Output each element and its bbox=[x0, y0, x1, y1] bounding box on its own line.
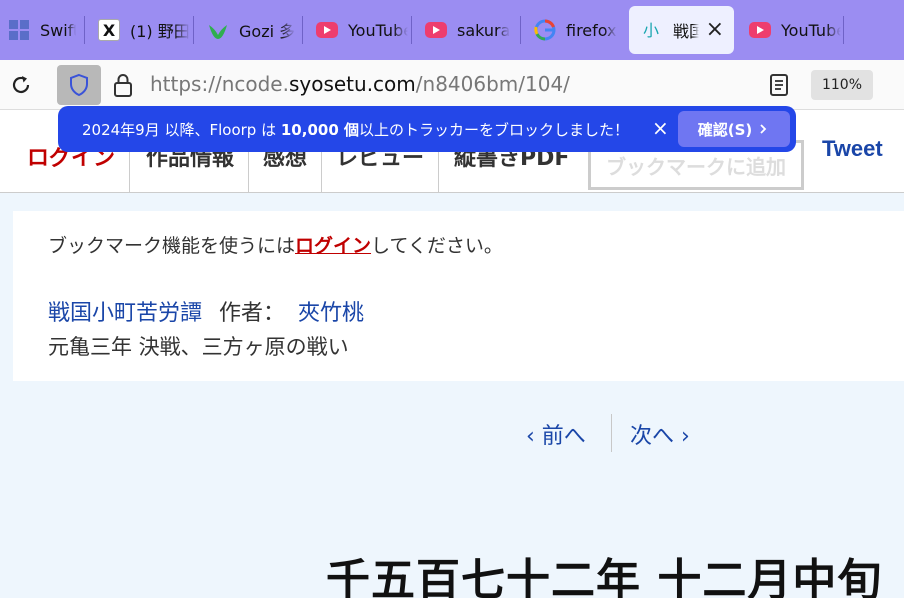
navigation-bar: https://ncode.syosetu.com/n8406bm/104/ 1… bbox=[0, 60, 904, 110]
tab-youtube-2[interactable]: YouTube bbox=[737, 8, 841, 52]
tab-separator bbox=[193, 16, 194, 44]
notification-message: 2024年9月 以降、Floorp は 10,000 個以上のトラッカーをブロッ… bbox=[82, 121, 629, 139]
youtube-icon bbox=[749, 19, 771, 41]
tweet-link[interactable]: Tweet bbox=[822, 136, 883, 162]
tab-separator bbox=[520, 16, 521, 44]
tab-separator bbox=[843, 16, 844, 44]
author-label: 作者： bbox=[219, 301, 286, 326]
novel-title-link[interactable]: 戦国小町苦労譚 bbox=[48, 301, 202, 326]
tracking-protection-button[interactable] bbox=[57, 65, 101, 105]
novel-title-line: 戦国小町苦労譚 作者： 夾竹桃 bbox=[48, 295, 364, 327]
reader-view-icon[interactable] bbox=[768, 72, 792, 98]
url-path: /n8406bm/104/ bbox=[415, 72, 570, 96]
zoom-level-button[interactable]: 110% bbox=[811, 70, 873, 100]
tab-gozi[interactable]: Gozi 多 bbox=[195, 8, 299, 52]
tab-separator bbox=[302, 16, 303, 44]
novel-header-card: ブックマーク機能を使うにはログインしてください。 戦国小町苦労譚 作者： 夾竹桃… bbox=[13, 211, 904, 381]
bookmark-login-link[interactable]: ログイン bbox=[295, 235, 371, 257]
x-logo-icon: X bbox=[98, 19, 120, 41]
url-prefix: https://ncode. bbox=[150, 72, 289, 96]
lock-icon[interactable] bbox=[112, 72, 134, 98]
youtube-icon bbox=[316, 19, 338, 41]
tab-separator bbox=[411, 16, 412, 44]
url-host: syosetu.com bbox=[288, 72, 416, 96]
tab-separator bbox=[84, 16, 85, 44]
chevron-left-icon: ‹ bbox=[526, 424, 542, 449]
prev-page-link[interactable]: ‹ 前へ bbox=[526, 418, 586, 450]
svg-text:小: 小 bbox=[643, 21, 659, 40]
windows-grid-icon bbox=[8, 19, 30, 41]
chevron-right-icon bbox=[760, 124, 767, 134]
tab-strip: SwiftD X (1) 野田 Gozi 多 YouTube sakura bbox=[0, 0, 904, 60]
youtube-icon bbox=[425, 19, 447, 41]
chapter-title: 千五百七十二年 十二月中旬 bbox=[326, 555, 883, 598]
google-icon bbox=[534, 19, 556, 41]
chevron-right-icon: › bbox=[674, 424, 690, 449]
shield-icon bbox=[70, 73, 88, 97]
pager-divider bbox=[611, 414, 612, 452]
syosetu-icon: 小 bbox=[641, 19, 663, 41]
close-tab-icon[interactable]: × bbox=[706, 19, 724, 41]
url-field[interactable]: https://ncode.syosetu.com/n8406bm/104/ bbox=[150, 72, 570, 96]
bookmark-login-message: ブックマーク機能を使うにはログインしてください。 bbox=[48, 235, 503, 257]
author-link[interactable]: 夾竹桃 bbox=[298, 301, 364, 326]
close-icon[interactable]: × bbox=[652, 116, 669, 140]
confirm-button[interactable]: 確認(S) bbox=[678, 111, 790, 147]
tab-swiftd[interactable]: SwiftD bbox=[0, 8, 76, 52]
reload-icon[interactable] bbox=[6, 70, 36, 100]
chapter-subtitle: 元亀三年 決戦、三方ヶ原の戦い bbox=[48, 335, 349, 359]
tab-firefox[interactable]: firefox bbox=[522, 8, 626, 52]
tracker-notification: 2024年9月 以降、Floorp は 10,000 個以上のトラッカーをブロッ… bbox=[58, 106, 796, 152]
tab-x[interactable]: X (1) 野田 bbox=[86, 8, 190, 52]
tab-sakura[interactable]: sakura bbox=[413, 8, 517, 52]
tab-youtube-1[interactable]: YouTube bbox=[304, 8, 408, 52]
leaf-icon bbox=[207, 19, 229, 41]
next-page-link[interactable]: 次へ › bbox=[630, 418, 690, 450]
tab-active-syosetu[interactable]: 小 戦国 × bbox=[629, 6, 734, 54]
